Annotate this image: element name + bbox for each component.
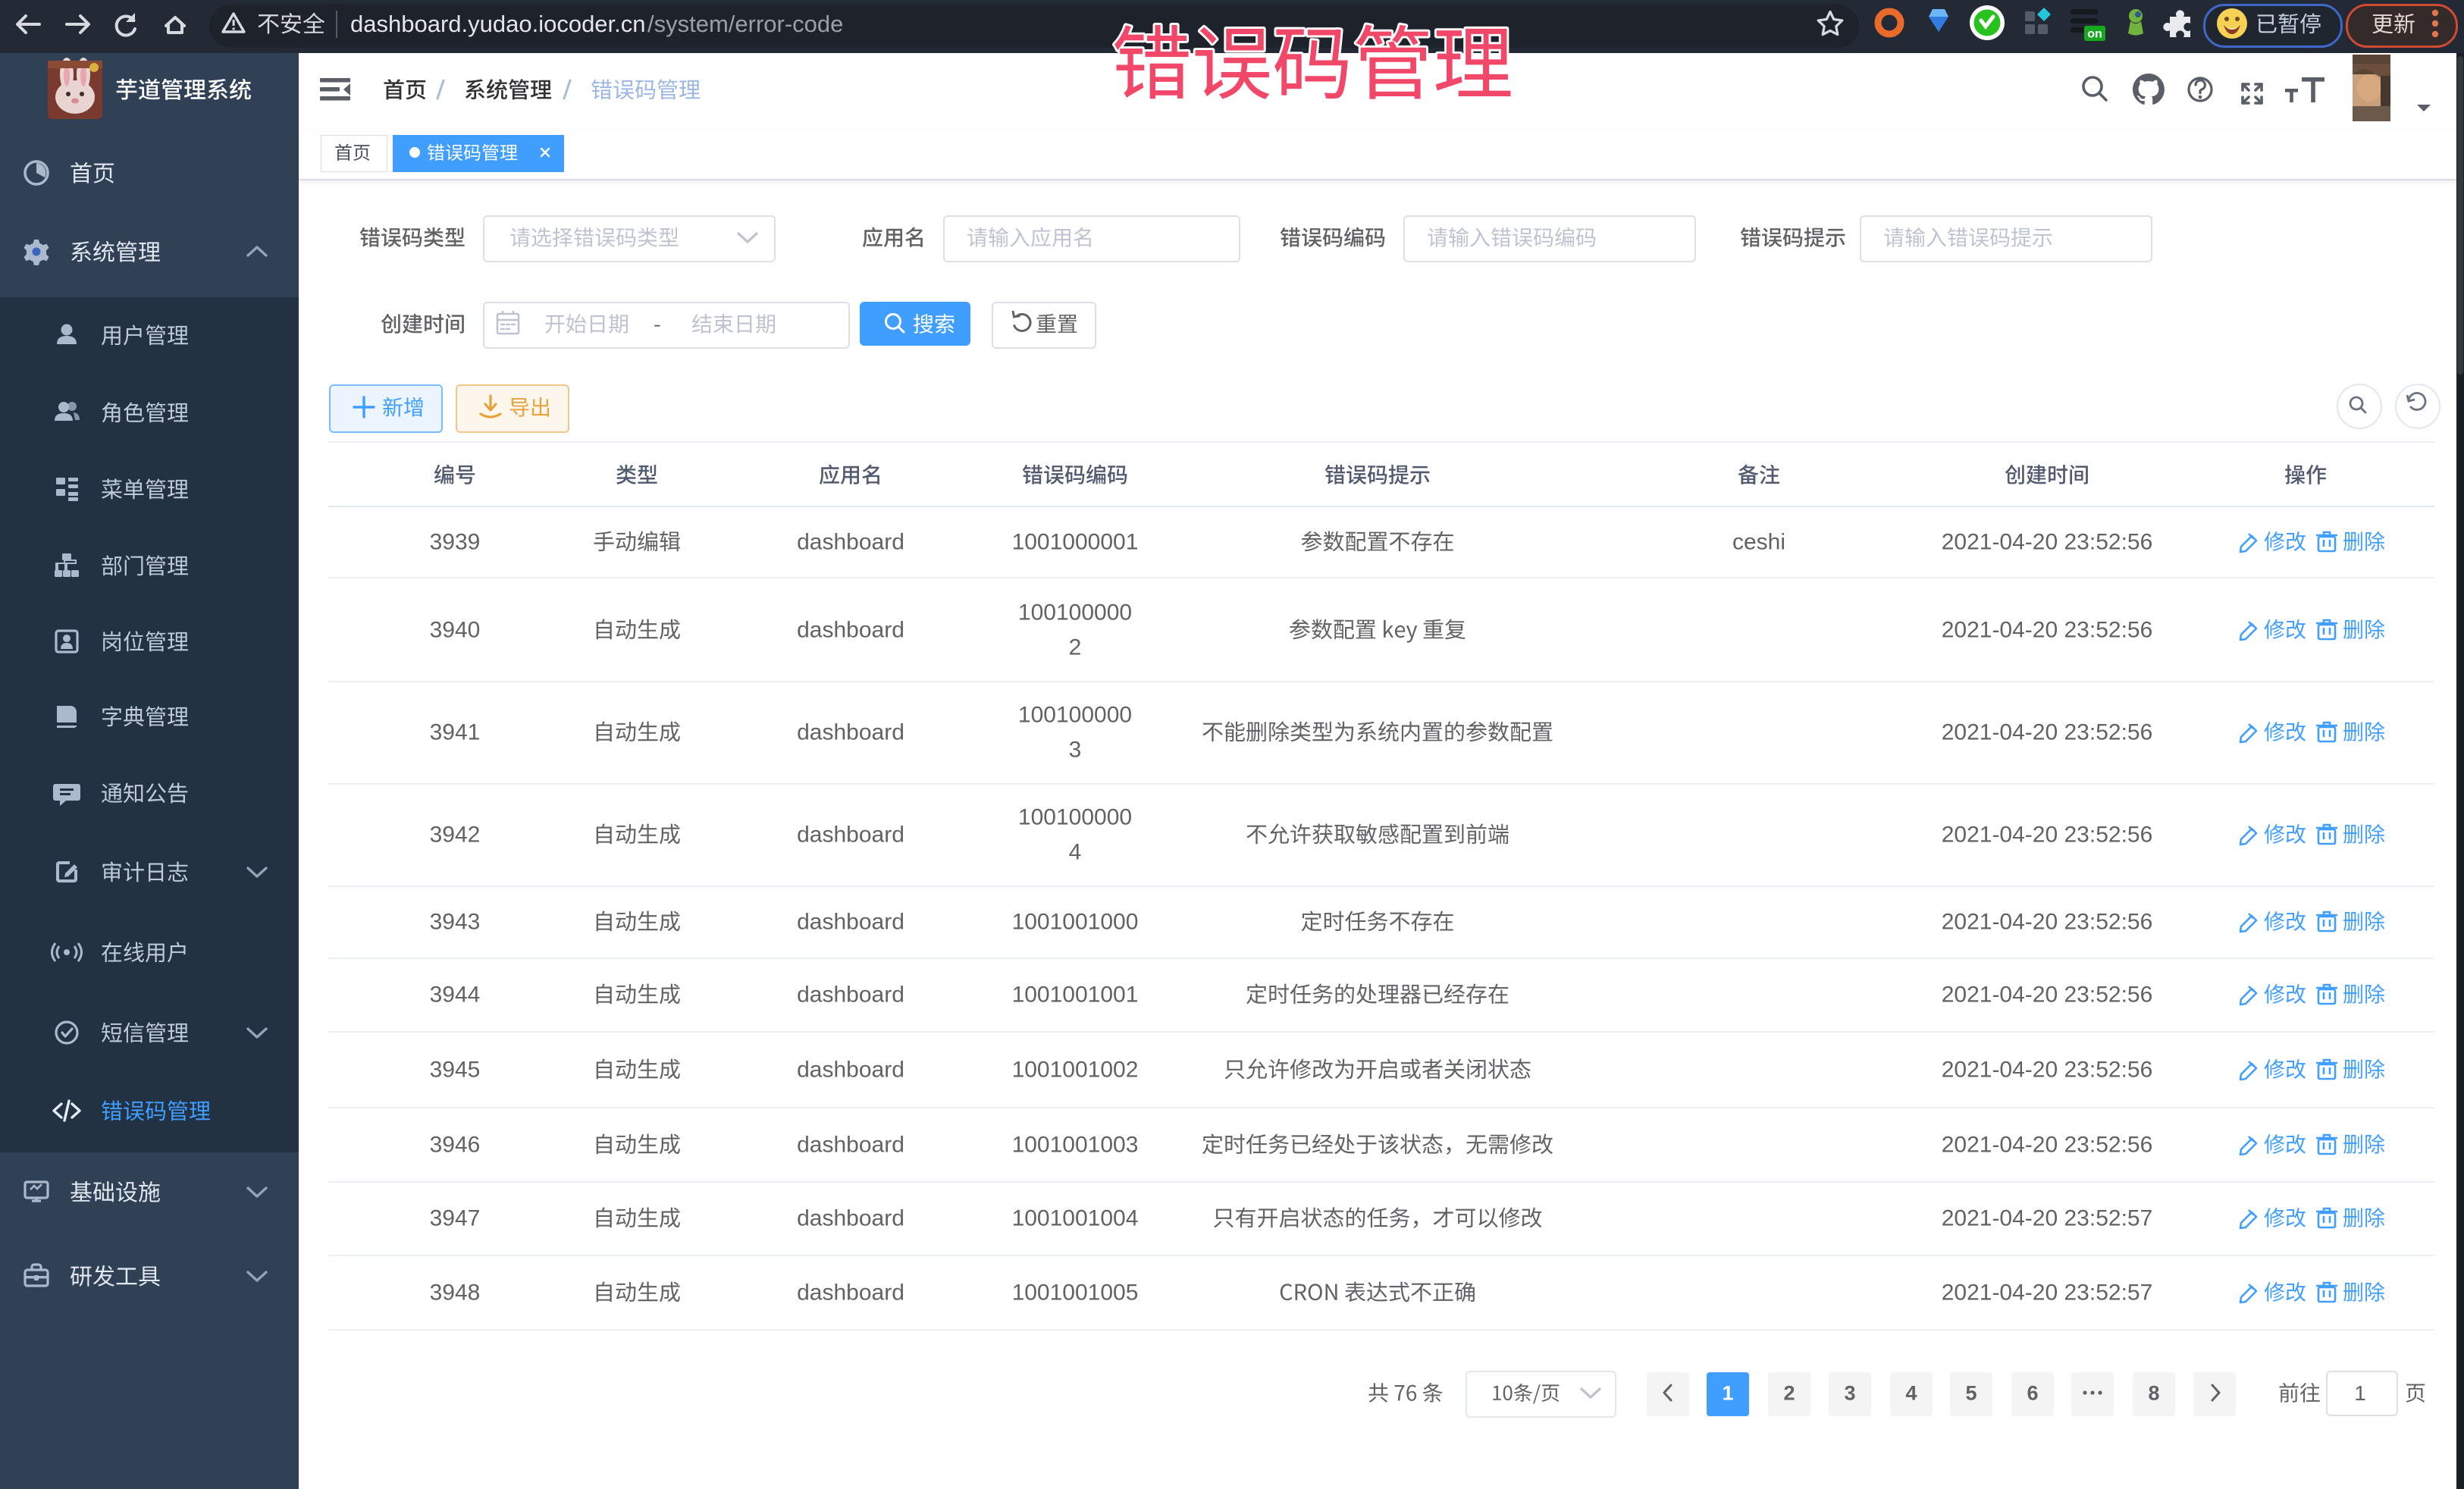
svg-text:1001001004: 1001001004 [1012,1206,1139,1231]
svg-text:3947: 3947 [430,1206,481,1231]
svg-text:2021-04-20 23:52:57: 2021-04-20 23:52:57 [1942,1206,2153,1231]
svg-text:dashboard: dashboard [797,1281,904,1306]
svg-text:2021-04-20 23:52:56: 2021-04-20 23:52:56 [1942,1133,2153,1158]
svg-text:2021-04-20 23:52:56: 2021-04-20 23:52:56 [1942,618,2153,643]
svg-text:3: 3 [1069,738,1082,763]
svg-text:dashboard: dashboard [797,910,904,935]
svg-text:2021-04-20 23:52:56: 2021-04-20 23:52:56 [1942,983,2153,1008]
svg-text:2021-04-20 23:52:56: 2021-04-20 23:52:56 [1942,720,2153,745]
svg-text:1001001002: 1001001002 [1012,1058,1139,1083]
svg-text:2021-04-20 23:52:56: 2021-04-20 23:52:56 [1942,530,2153,555]
svg-text:3948: 3948 [430,1281,481,1306]
svg-text:dashboard: dashboard [797,1133,904,1158]
svg-text:3946: 3946 [430,1133,481,1158]
svg-text:dashboard: dashboard [797,983,904,1008]
svg-text:2021-04-20 23:52:56: 2021-04-20 23:52:56 [1942,910,2153,935]
svg-text:3942: 3942 [430,823,481,848]
svg-text:dashboard: dashboard [797,530,904,555]
svg-text:2021-04-20 23:52:56: 2021-04-20 23:52:56 [1942,1058,2153,1083]
svg-text:dashboard: dashboard [797,823,904,848]
svg-text:3943: 3943 [430,910,481,935]
svg-text:dashboard: dashboard [797,1058,904,1083]
svg-text:2021-04-20 23:52:56: 2021-04-20 23:52:56 [1942,823,2153,848]
svg-text:100100000: 100100000 [1018,805,1132,830]
svg-text:1001000001: 1001000001 [1012,530,1139,555]
svg-text:1001001003: 1001001003 [1012,1133,1139,1158]
svg-text:3940: 3940 [430,618,481,643]
svg-text:dashboard: dashboard [797,1206,904,1231]
svg-text:3939: 3939 [430,530,481,555]
svg-text:2: 2 [1069,635,1082,660]
svg-text:4: 4 [1069,840,1082,865]
svg-text:100100000: 100100000 [1018,703,1132,728]
svg-text:ceshi: ceshi [1732,530,1785,555]
svg-text:dashboard: dashboard [797,720,904,745]
svg-text:1001001001: 1001001001 [1012,983,1139,1008]
svg-text:dashboard: dashboard [797,618,904,643]
svg-text:1001001005: 1001001005 [1012,1281,1139,1306]
svg-text:3944: 3944 [430,983,481,1008]
svg-text:100100000: 100100000 [1018,600,1132,625]
svg-text:1001001000: 1001001000 [1012,910,1139,935]
svg-text:3941: 3941 [430,720,481,745]
svg-text:2021-04-20 23:52:57: 2021-04-20 23:52:57 [1942,1281,2153,1306]
svg-text:3945: 3945 [430,1058,481,1083]
